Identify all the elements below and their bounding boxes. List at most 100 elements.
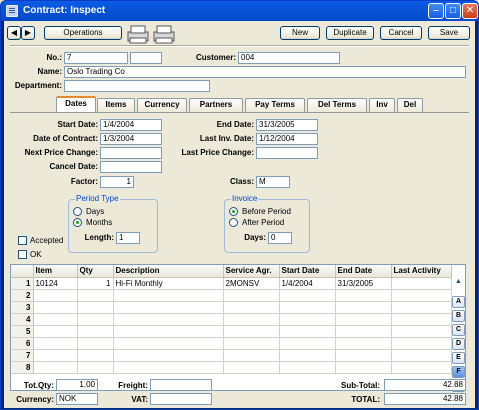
description-cell[interactable]: Hi-Fi Monthly xyxy=(113,277,224,290)
subtotal-field[interactable]: 42.88 xyxy=(384,379,466,391)
description-cell[interactable] xyxy=(113,289,224,302)
printer-icon[interactable] xyxy=(124,23,180,45)
end-date-cell[interactable] xyxy=(335,313,392,326)
end-date-cell[interactable] xyxy=(335,325,392,338)
description-cell[interactable] xyxy=(113,337,224,350)
items-grid[interactable]: Item Qty Description Service Agr. Start … xyxy=(10,264,466,391)
save-button[interactable]: Save xyxy=(428,26,470,40)
next-record-button[interactable]: ▶ xyxy=(21,26,35,40)
end-date-cell[interactable] xyxy=(335,289,392,302)
department-field[interactable] xyxy=(64,80,210,92)
last-activity-cell[interactable] xyxy=(391,313,452,326)
item-cell[interactable] xyxy=(33,289,78,302)
table-row[interactable]: 4 xyxy=(11,313,452,326)
service-agr-cell[interactable] xyxy=(223,337,280,350)
letter-a-button[interactable]: A xyxy=(452,296,465,308)
no-extra-field[interactable] xyxy=(130,52,162,64)
qty-cell[interactable]: 1 xyxy=(77,277,114,290)
start-date-cell[interactable] xyxy=(279,313,336,326)
scroll-up-icon[interactable]: ▲ xyxy=(453,277,464,286)
maximize-button[interactable]: □ xyxy=(445,3,461,19)
freight-field[interactable] xyxy=(150,379,212,391)
start-date-cell[interactable] xyxy=(279,289,336,302)
qty-cell[interactable] xyxy=(77,301,114,314)
column-header[interactable]: Description xyxy=(113,265,224,278)
qty-cell[interactable] xyxy=(77,349,114,362)
tab-partners[interactable]: Partners xyxy=(189,98,243,112)
item-cell[interactable] xyxy=(33,301,78,314)
tab-pay-terms[interactable]: Pay Terms xyxy=(245,98,305,112)
end-date-cell[interactable]: 31/3/2005 xyxy=(335,277,392,290)
last-price-change-field[interactable] xyxy=(256,147,318,159)
minimize-button[interactable]: – xyxy=(428,3,444,19)
name-field[interactable]: Oslo Trading Co xyxy=(64,66,466,78)
table-row[interactable]: 1 10124 1 Hi-Fi Monthly 2MONSV 1/4/2004 … xyxy=(11,277,452,290)
last-activity-cell[interactable] xyxy=(391,325,452,338)
end-date-field[interactable]: 31/3/2005 xyxy=(256,119,318,131)
column-header[interactable]: Start Date xyxy=(279,265,336,278)
column-header[interactable]: End Date xyxy=(335,265,392,278)
ok-checkbox[interactable] xyxy=(18,250,27,259)
start-date-cell[interactable] xyxy=(279,337,336,350)
cancel-date-field[interactable] xyxy=(100,161,162,173)
item-cell[interactable] xyxy=(33,337,78,350)
item-cell[interactable]: 10124 xyxy=(33,277,78,290)
accepted-checkbox[interactable] xyxy=(18,236,27,245)
item-cell[interactable] xyxy=(33,361,78,374)
qty-cell[interactable] xyxy=(77,337,114,350)
tab-items[interactable]: Items xyxy=(97,98,135,112)
letter-d-button[interactable]: D xyxy=(452,338,465,350)
item-cell[interactable] xyxy=(33,349,78,362)
table-row[interactable]: 3 xyxy=(11,301,452,314)
service-agr-cell[interactable] xyxy=(223,349,280,362)
description-cell[interactable] xyxy=(113,313,224,326)
start-date-cell[interactable] xyxy=(279,301,336,314)
duplicate-button[interactable]: Duplicate xyxy=(326,26,374,40)
last-activity-cell[interactable] xyxy=(391,301,452,314)
service-agr-cell[interactable] xyxy=(223,361,280,374)
tab-currency[interactable]: Currency xyxy=(137,98,187,112)
description-cell[interactable] xyxy=(113,349,224,362)
description-cell[interactable] xyxy=(113,301,224,314)
months-radio[interactable] xyxy=(73,218,82,227)
operations-button[interactable]: Operations xyxy=(44,26,122,40)
after-period-radio[interactable] xyxy=(229,218,238,227)
totqty-field[interactable]: 1.00 xyxy=(56,379,98,391)
column-header[interactable]: Service Agr. xyxy=(223,265,280,278)
letter-c-button[interactable]: C xyxy=(452,324,465,336)
item-cell[interactable] xyxy=(33,325,78,338)
vat-field[interactable] xyxy=(150,393,212,405)
letter-f-button[interactable]: F xyxy=(452,366,465,378)
column-header[interactable]: Qty xyxy=(77,265,114,278)
last-activity-cell[interactable] xyxy=(391,349,452,362)
end-date-cell[interactable] xyxy=(335,337,392,350)
next-price-change-field[interactable] xyxy=(100,147,162,159)
table-row[interactable]: 5 xyxy=(11,325,452,338)
service-agr-cell[interactable] xyxy=(223,325,280,338)
cancel-button[interactable]: Cancel xyxy=(380,26,422,40)
customer-field[interactable]: 004 xyxy=(238,52,340,64)
letter-b-button[interactable]: B xyxy=(452,310,465,322)
tab-del[interactable]: Del xyxy=(397,98,423,112)
table-row[interactable]: 7 xyxy=(11,349,452,362)
no-field[interactable]: 7 xyxy=(64,52,128,64)
table-row[interactable]: 6 xyxy=(11,337,452,350)
tab-del-terms[interactable]: Del Terms xyxy=(307,98,367,112)
class-field[interactable]: M xyxy=(256,176,290,188)
qty-cell[interactable] xyxy=(77,289,114,302)
length-field[interactable]: 1 xyxy=(116,232,140,244)
days-radio[interactable] xyxy=(73,207,82,216)
qty-cell[interactable] xyxy=(77,361,114,374)
total-field[interactable]: 42.88 xyxy=(384,393,466,405)
letter-e-button[interactable]: E xyxy=(452,352,465,364)
description-cell[interactable] xyxy=(113,325,224,338)
column-header[interactable]: Last Activity xyxy=(391,265,452,278)
last-inv-date-field[interactable]: 1/12/2004 xyxy=(256,133,318,145)
start-date-cell[interactable] xyxy=(279,349,336,362)
column-header[interactable]: Item xyxy=(33,265,78,278)
close-button[interactable]: ✕ xyxy=(462,3,478,19)
last-activity-cell[interactable] xyxy=(391,277,452,290)
tab-inv[interactable]: Inv xyxy=(369,98,395,112)
service-agr-cell[interactable]: 2MONSV xyxy=(223,277,280,290)
service-agr-cell[interactable] xyxy=(223,301,280,314)
